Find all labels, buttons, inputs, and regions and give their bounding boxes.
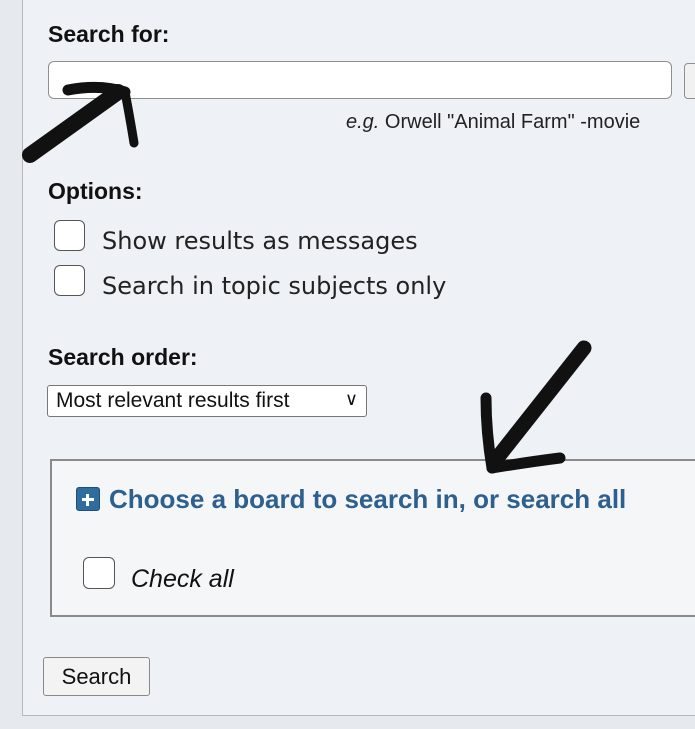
search-side-button[interactable] <box>684 63 695 99</box>
topic-subjects-only-checkbox[interactable] <box>54 265 85 296</box>
show-as-messages-label: Show results as messages <box>102 227 418 255</box>
chevron-down-icon: ∨ <box>344 389 358 409</box>
search-order-value: Most relevant results first <box>56 389 290 412</box>
options-label: Options: <box>48 178 143 204</box>
topic-subjects-only-label: Search in topic subjects only <box>102 272 447 300</box>
search-input[interactable] <box>48 61 672 99</box>
search-order-select[interactable]: Most relevant results first ∨ <box>47 385 367 417</box>
check-all-label: Check all <box>131 565 234 593</box>
search-order-label: Search order: <box>48 344 198 370</box>
search-button[interactable]: Search <box>43 657 150 696</box>
example-query: Orwell "Animal Farm" -movie <box>379 111 641 133</box>
show-as-messages-checkbox[interactable] <box>54 220 85 251</box>
check-all-checkbox[interactable] <box>83 557 115 589</box>
choose-board-link[interactable]: Choose a board to search in, or search a… <box>109 484 626 515</box>
plus-square-icon[interactable] <box>76 487 100 511</box>
example-prefix: e.g. <box>346 111 380 133</box>
search-example-text: e.g. Orwell "Animal Farm" -movie <box>346 111 640 134</box>
search-for-label: Search for: <box>48 21 170 47</box>
